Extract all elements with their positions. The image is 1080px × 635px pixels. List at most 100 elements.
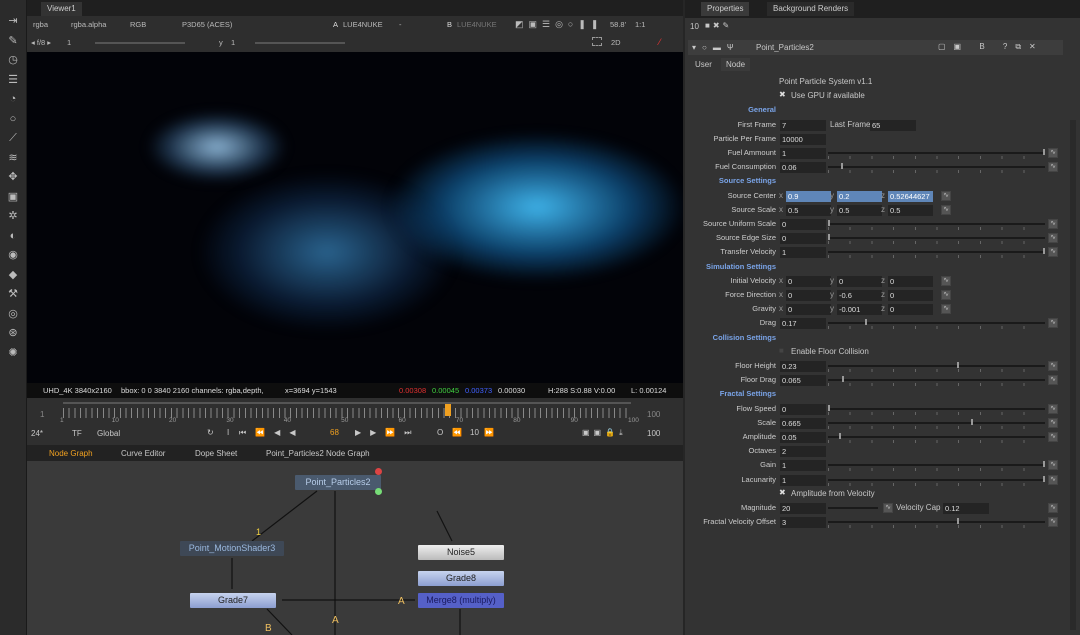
slider-handle[interactable] bbox=[1043, 475, 1045, 482]
toolbar-tool-icon[interactable]: ◉ bbox=[6, 248, 20, 262]
rgb-select[interactable]: RGB bbox=[130, 20, 146, 29]
toolbar-tool-icon[interactable]: ✺ bbox=[6, 346, 20, 360]
slider-handle[interactable] bbox=[828, 220, 830, 226]
slider-handle[interactable] bbox=[957, 518, 959, 525]
flow-speed-slider[interactable] bbox=[828, 404, 1045, 416]
properties-scrollbar[interactable] bbox=[1070, 120, 1076, 630]
animation-curve-icon[interactable]: ∿ bbox=[1048, 219, 1058, 229]
range-scope-select[interactable]: Global bbox=[97, 429, 120, 438]
flow-speed-field[interactable]: 0 bbox=[780, 403, 826, 415]
amplitude-field[interactable]: 0.05 bbox=[780, 432, 826, 443]
toolbar-tool-icon[interactable]: ◎ bbox=[6, 307, 20, 321]
gravity-x-field[interactable]: 0 bbox=[786, 304, 831, 316]
roi-icon[interactable] bbox=[592, 37, 602, 46]
source-edge-size-slider[interactable] bbox=[828, 234, 1045, 245]
tab-properties[interactable]: Properties bbox=[701, 2, 750, 16]
floor-height-slider[interactable] bbox=[828, 362, 1045, 373]
end-frame-field[interactable]: 100 bbox=[647, 429, 660, 438]
initial-velocity-y-field[interactable]: 0 bbox=[837, 275, 882, 287]
amplitude-from-velocity-checkbox[interactable]: ✖ bbox=[779, 488, 786, 497]
subtab-user[interactable]: User bbox=[695, 60, 712, 69]
velocity-cap-field[interactable]: 0.12 bbox=[943, 503, 989, 514]
subtab-node[interactable]: Node bbox=[721, 58, 751, 71]
amplitude-slider[interactable] bbox=[828, 433, 1045, 444]
initial-velocity-z-field[interactable]: 0 bbox=[888, 275, 933, 287]
floor-drag-slider[interactable] bbox=[828, 376, 1045, 387]
fuel-ammount-field[interactable]: 1 bbox=[780, 148, 826, 159]
initial-velocity-x-field[interactable]: 0 bbox=[786, 275, 831, 287]
view-mode-select[interactable]: 2D bbox=[611, 38, 621, 47]
viewer-tool-icons[interactable]: ◩▣☰◎○❚❚ bbox=[515, 19, 603, 30]
animation-curve-icon[interactable]: ∿ bbox=[1048, 432, 1058, 442]
node-point-motionshader3[interactable]: Point_MotionShader3 bbox=[180, 541, 284, 556]
toolbar-tool-icon[interactable]: ◷ bbox=[6, 53, 20, 67]
lacunarity-field[interactable]: 1 bbox=[780, 474, 826, 486]
animation-curve-icon[interactable]: ∿ bbox=[883, 503, 893, 513]
toolbar-tool-icon[interactable]: ⊛ bbox=[6, 326, 20, 340]
loop-icon[interactable]: ↻ bbox=[207, 428, 214, 437]
animation-curve-icon[interactable]: ∿ bbox=[1048, 474, 1058, 485]
viewer-image[interactable] bbox=[27, 52, 683, 383]
fps-select[interactable]: 24* bbox=[31, 429, 43, 438]
gravity-y-field[interactable]: -0.001 bbox=[837, 304, 882, 316]
animation-curve-icon[interactable]: ∿ bbox=[1048, 503, 1058, 513]
toolbar-tool-icon[interactable]: ✲ bbox=[6, 209, 20, 223]
node-grade8[interactable]: Grade8 bbox=[418, 571, 504, 586]
last-frame-field[interactable]: 65 bbox=[870, 119, 916, 131]
compare-select[interactable]: - bbox=[399, 20, 402, 29]
toolbar-tool-icon[interactable]: ⇥ bbox=[6, 14, 20, 28]
node-point-particles2[interactable]: Point_Particles2 bbox=[295, 475, 381, 490]
tab-node-graph[interactable]: Node Graph bbox=[49, 449, 93, 458]
a-input-select[interactable]: LUE4NUKE bbox=[343, 20, 383, 29]
node-noise5[interactable]: Noise5 bbox=[418, 545, 504, 560]
gain-slider[interactable] bbox=[95, 42, 185, 44]
playback-back-buttons[interactable]: ⏮⏪◀◀ bbox=[239, 428, 304, 438]
slider-handle[interactable] bbox=[1043, 248, 1045, 255]
animation-curve-icon[interactable]: ∿ bbox=[1048, 247, 1058, 258]
node-grade7[interactable]: Grade7 bbox=[190, 593, 276, 608]
playback-forward-buttons[interactable]: ▶▶⏩⏭ bbox=[355, 428, 420, 438]
slider-handle[interactable] bbox=[864, 319, 867, 326]
enable-floor-collision-checkbox[interactable]: ■ bbox=[779, 346, 784, 355]
animation-curve-icon[interactable]: ∿ bbox=[1048, 233, 1058, 244]
step-back-icon[interactable]: ⏪ bbox=[452, 428, 462, 437]
toolbar-tool-icon[interactable]: ☰ bbox=[6, 73, 20, 87]
slider-handle[interactable] bbox=[1043, 461, 1045, 468]
slider-handle[interactable] bbox=[970, 418, 973, 425]
slider-handle[interactable] bbox=[828, 234, 830, 241]
fractal-velocity-offset-slider[interactable] bbox=[828, 518, 1045, 529]
transfer-velocity-field[interactable]: 1 bbox=[780, 247, 826, 259]
animation-curve-icon[interactable]: ∿ bbox=[1048, 375, 1058, 386]
timecode-select[interactable]: TF bbox=[72, 429, 82, 438]
in-point-button[interactable]: I bbox=[227, 428, 229, 437]
gain-value[interactable]: 58.8' bbox=[610, 20, 626, 29]
animation-curve-icon[interactable]: ∿ bbox=[941, 275, 951, 286]
increment-field[interactable]: 10 bbox=[470, 428, 479, 437]
flipbook-icons[interactable]: ▣▣🔒⤓ bbox=[582, 428, 627, 438]
magnitude-slider[interactable] bbox=[828, 504, 878, 515]
toolbar-tool-icon[interactable]: ✥ bbox=[6, 170, 20, 184]
source-scale-y-field[interactable]: 0.5 bbox=[837, 204, 882, 216]
animation-curve-icon[interactable]: ∿ bbox=[941, 190, 951, 201]
toolbar-tool-icon[interactable]: ⟋ bbox=[6, 131, 20, 145]
out-point-button[interactable]: O bbox=[437, 428, 443, 437]
pause-icon[interactable]: ⁄ bbox=[659, 37, 661, 47]
first-frame-field[interactable]: 7 bbox=[780, 119, 826, 131]
animation-curve-icon[interactable]: ∿ bbox=[1048, 417, 1058, 428]
octaves-field[interactable]: 2 bbox=[780, 446, 826, 458]
max-panels-field[interactable]: 10 bbox=[690, 22, 699, 31]
toolbar-tool-icon[interactable]: ⚒ bbox=[6, 287, 20, 301]
toolbar-tool-icon[interactable]: ◆ bbox=[6, 268, 20, 282]
zoom-select[interactable]: 1:1 bbox=[635, 20, 645, 29]
tab-particles-node-graph[interactable]: Point_Particles2 Node Graph bbox=[266, 449, 370, 458]
fuel-ammount-slider[interactable] bbox=[828, 149, 1045, 160]
slider-handle[interactable] bbox=[1043, 149, 1045, 155]
node-header-icons[interactable]: ▾○▬Ψ bbox=[692, 43, 740, 52]
magnitude-field[interactable]: 20 bbox=[780, 503, 826, 514]
node-graph-canvas[interactable]: Point_Particles2 Point_MotionShader3 Gra… bbox=[27, 461, 683, 635]
node-name-field[interactable]: Point_Particles2 bbox=[756, 43, 814, 52]
timeline-range-bar[interactable] bbox=[63, 402, 631, 404]
transfer-velocity-slider[interactable] bbox=[828, 248, 1045, 259]
fuel-consumption-field[interactable]: 0.06 bbox=[780, 162, 826, 174]
node-merge8[interactable]: Merge8 (multiply) bbox=[418, 593, 504, 608]
